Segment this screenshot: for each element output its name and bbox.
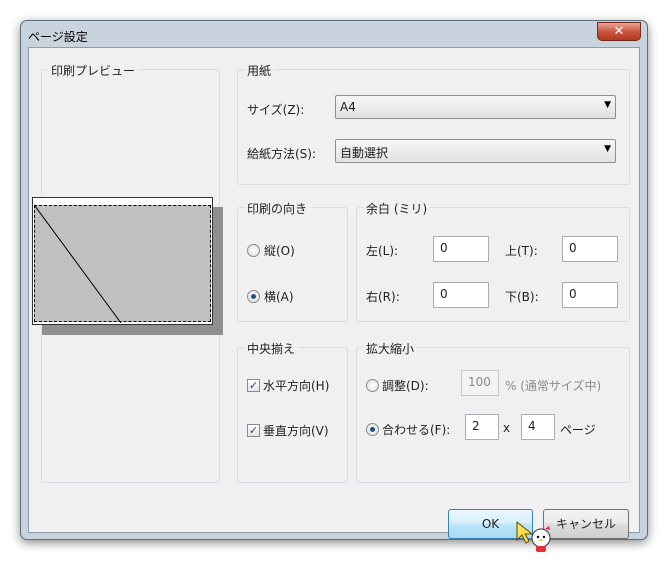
fit-pages-tall-input[interactable]: 4 [521,414,555,440]
dialog-client-area: 印刷プレビュー 用紙 サイズ(Z): A4 ▼ 給紙方法(S): 自動選択 ▼ [28,47,640,552]
cancel-button[interactable]: キャンセル [543,509,629,539]
scale-adjust-radio[interactable] [366,379,379,392]
center-vertical-checkbox[interactable]: ✓ [247,424,260,437]
close-icon: ✕ [613,24,625,39]
margins-group: 余白 (ミリ) 左(L): 0 上(T): 0 右(R): 0 下(B): 0 [356,200,630,322]
centering-group-title: 中央揃え [244,340,299,357]
fit-pages-wide-input[interactable]: 2 [465,414,499,440]
paper-source-label: 給紙方法(S): [247,147,317,161]
orientation-group-title: 印刷の向き [244,200,311,217]
orientation-group: 印刷の向き 縦(O) 横(A) [237,200,348,322]
page-setup-dialog: ページ設定 ✕ 印刷プレビュー 用紙 サイズ(Z): A4 ▼ 給紙方法(S): [20,20,648,552]
scale-fit-label[interactable]: 合わせる(F): [382,421,450,438]
center-horizontal-label[interactable]: 水平方向(H) [263,377,329,394]
mouse-cursor-icon [516,520,551,552]
fit-times-label: x [503,421,511,435]
paper-group: 用紙 サイズ(Z): A4 ▼ 給紙方法(S): 自動選択 ▼ [237,62,630,185]
scaling-group: 拡大縮小 調整(D): 100 % (通常サイズ中) 合わせる(F): 2 x … [356,340,630,483]
scale-adjust-suffix: % (通常サイズ中) [505,379,602,393]
scale-fit-radio[interactable] [366,423,379,436]
center-horizontal-checkbox[interactable]: ✓ [247,379,260,392]
title-bar: ページ設定 ✕ [21,21,647,47]
margin-top-input[interactable]: 0 [562,236,618,262]
margin-right-label: 右(R): [366,290,400,304]
paper-size-value: A4 [340,100,356,114]
scale-adjust-input[interactable]: 100 [461,370,499,396]
preview-printable-area [34,205,211,323]
portrait-label[interactable]: 縦(O) [264,242,295,259]
margins-group-title: 余白 (ミリ) [363,200,431,217]
paper-size-select[interactable]: A4 ▼ [335,95,616,119]
center-vertical-label[interactable]: 垂直方向(V) [263,422,329,439]
landscape-radio[interactable] [247,290,260,303]
margin-right-input[interactable]: 0 [433,282,489,308]
margin-left-input[interactable]: 0 [433,236,489,262]
margin-bottom-input[interactable]: 0 [562,282,618,308]
window-title: ページ設定 [28,30,88,44]
fit-pages-suffix: ページ [560,423,596,437]
paper-source-value: 自動選択 [340,146,389,160]
close-button[interactable]: ✕ [597,22,641,41]
dropdown-arrow-icon: ▼ [604,144,611,154]
dropdown-arrow-icon: ▼ [604,100,611,110]
portrait-radio[interactable] [247,244,260,257]
preview-page [32,197,213,325]
margin-bottom-label: 下(B): [505,290,539,304]
centering-group: 中央揃え ✓ 水平方向(H) ✓ 垂直方向(V) [237,340,348,483]
preview-group-title: 印刷プレビュー [48,62,139,79]
paper-group-title: 用紙 [244,62,275,79]
landscape-label[interactable]: 横(A) [264,288,294,305]
margin-left-label: 左(L): [366,244,399,258]
margin-top-label: 上(T): [505,244,538,258]
paper-source-select[interactable]: 自動選択 ▼ [335,139,616,163]
paper-size-label: サイズ(Z): [247,103,305,117]
scaling-group-title: 拡大縮小 [363,340,418,357]
scale-adjust-label[interactable]: 調整(D): [382,377,429,394]
preview-diagonal-line [35,206,122,323]
